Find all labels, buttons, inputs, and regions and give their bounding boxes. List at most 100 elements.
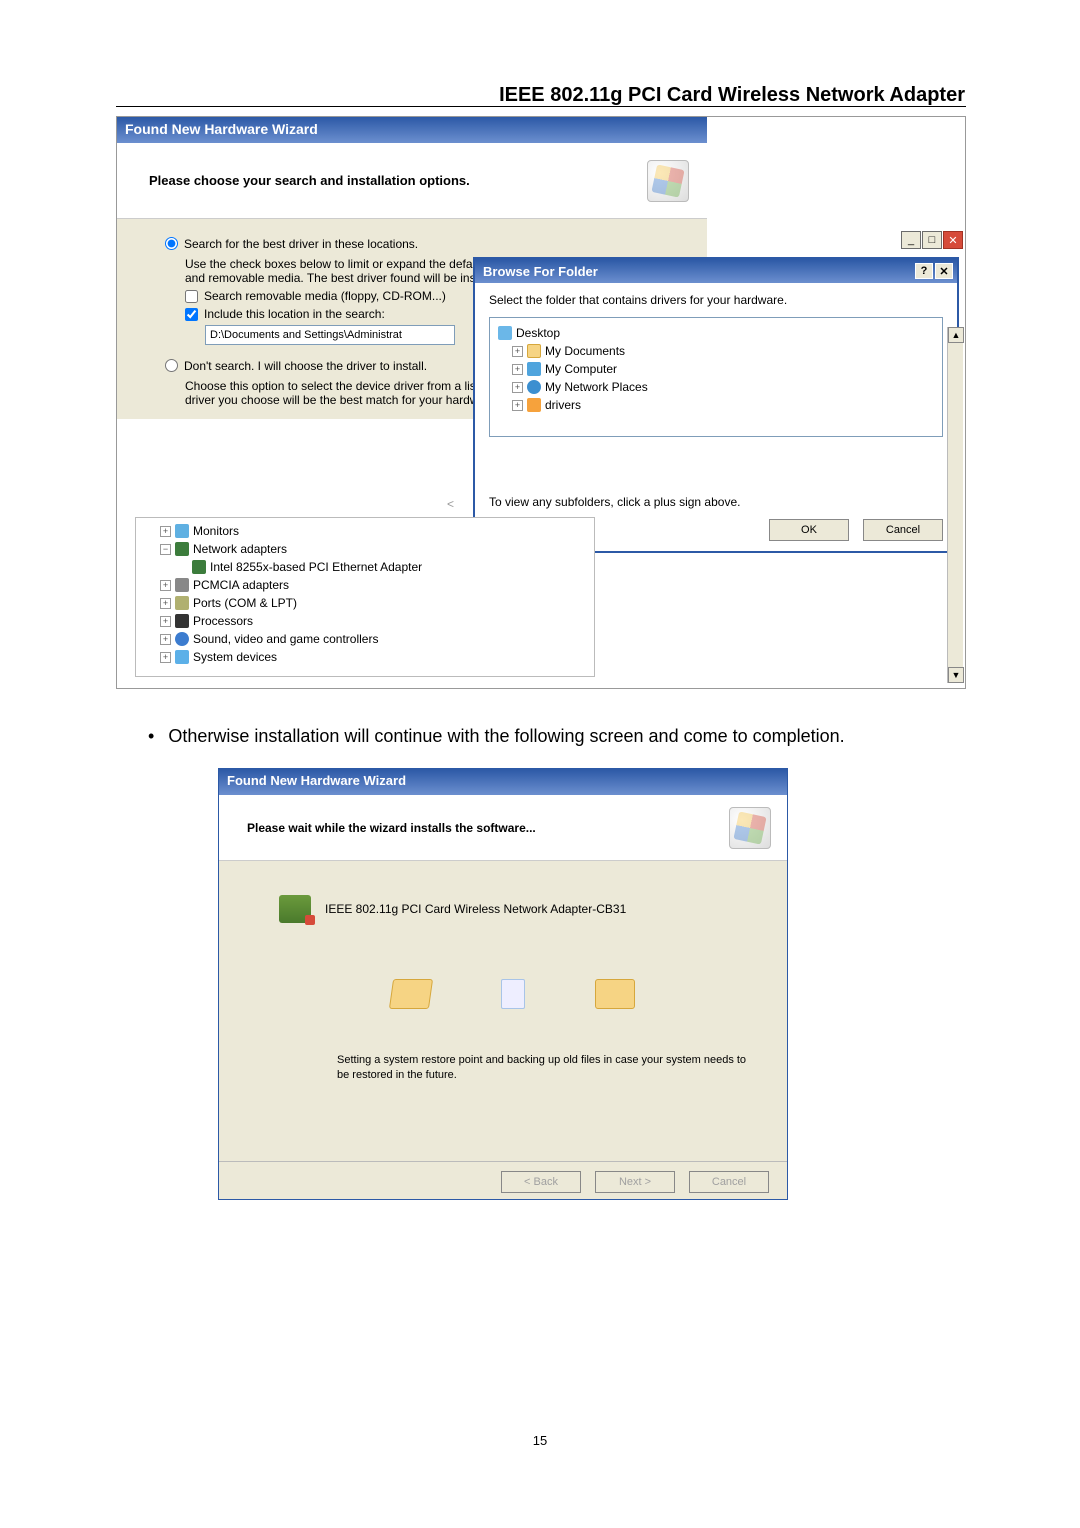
cancel-button[interactable]: Cancel xyxy=(863,519,943,541)
expand-icon[interactable]: + xyxy=(160,652,171,663)
browse-instruction: Select the folder that contains drivers … xyxy=(489,293,943,307)
ok-button[interactable]: OK xyxy=(769,519,849,541)
radio-search-best[interactable]: Search for the best driver in these loca… xyxy=(165,237,689,251)
tree-pcmcia[interactable]: +PCMCIA adapters xyxy=(144,576,586,594)
folder-tree[interactable]: Desktop + My Documents + My Computer + My N… xyxy=(489,317,943,437)
install-progress-wizard: Found New Hardware Wizard Please wait wh… xyxy=(218,768,788,1200)
expand-icon[interactable]: + xyxy=(160,616,171,627)
tree-desktop[interactable]: Desktop xyxy=(498,324,934,342)
screenshot-composite-1: Found New Hardware Wizard Please choose … xyxy=(116,116,966,689)
intel-nic-label: Intel 8255x-based PCI Ethernet Adapter xyxy=(210,560,422,574)
expand-icon[interactable]: + xyxy=(512,400,523,411)
file-copy-icon xyxy=(501,979,525,1009)
page-number: 15 xyxy=(0,1433,1080,1448)
truncation-chevron-icon: < xyxy=(447,497,454,511)
wizard2-titlebar: Found New Hardware Wizard xyxy=(219,769,787,795)
wizard2-header: Please wait while the wizard installs th… xyxy=(219,795,787,861)
tree-network-places[interactable]: + My Network Places xyxy=(498,378,934,396)
tree-netplaces-label: My Network Places xyxy=(545,380,648,394)
expand-icon[interactable]: + xyxy=(160,526,171,537)
cancel-button: Cancel xyxy=(689,1171,769,1193)
back-button: < Back xyxy=(501,1171,581,1193)
expand-icon[interactable]: + xyxy=(512,382,523,393)
network-icon xyxy=(527,380,541,394)
wizard2-body: IEEE 802.11g PCI Card Wireless Network A… xyxy=(219,861,787,1161)
tree-sound[interactable]: + Sound, video and game controllers xyxy=(144,630,586,648)
close-button[interactable]: ✕ xyxy=(943,231,963,249)
browse-body: Select the folder that contains drivers … xyxy=(475,283,957,551)
checkbox-removable-input[interactable] xyxy=(185,290,198,303)
tree-system-devices[interactable]: + System devices xyxy=(144,648,586,666)
tree-mycomp-label: My Computer xyxy=(545,362,617,376)
path-input[interactable] xyxy=(205,325,455,345)
expand-icon[interactable]: + xyxy=(160,634,171,645)
header-rule xyxy=(116,106,966,107)
ports-label: Ports (COM & LPT) xyxy=(193,596,297,610)
tree-mydocs-label: My Documents xyxy=(545,344,625,358)
tree-network-adapters[interactable]: − Network adapters xyxy=(144,540,586,558)
wizard-header: Please choose your search and installati… xyxy=(117,143,707,219)
page-header: IEEE 802.11g PCI Card Wireless Network A… xyxy=(499,84,965,107)
browse-titlebar: Browse For Folder ? ✕ xyxy=(475,259,957,283)
progress-icons xyxy=(279,979,747,1009)
wizard-titlebar: Found New Hardware Wizard xyxy=(117,117,707,143)
ports-icon xyxy=(175,596,189,610)
pcmcia-icon xyxy=(175,578,189,592)
checkbox-include-input[interactable] xyxy=(185,308,198,321)
tree-mydocuments[interactable]: + My Documents xyxy=(498,342,934,360)
bullet-text: Otherwise installation will continue wit… xyxy=(168,726,844,747)
checkbox-removable-label: Search removable media (floppy, CD-ROM..… xyxy=(204,289,446,303)
tree-desktop-label: Desktop xyxy=(516,326,560,340)
tree-drivers-label: drivers xyxy=(545,398,581,412)
tree-processors[interactable]: + Processors xyxy=(144,612,586,630)
network-adapters-label: Network adapters xyxy=(193,542,287,556)
browse-close-button[interactable]: ✕ xyxy=(935,263,953,279)
folder-icon xyxy=(527,344,541,358)
sound-icon xyxy=(175,632,189,646)
radio-search-best-input[interactable] xyxy=(165,237,178,250)
expand-icon[interactable]: + xyxy=(160,598,171,609)
device-manager-tree[interactable]: +Monitors − Network adapters Intel 8255x-… xyxy=(135,517,595,677)
sound-label: Sound, video and game controllers xyxy=(193,632,378,646)
checkbox-include-label: Include this location in the search: xyxy=(204,307,385,321)
wizard-heading: Please choose your search and installati… xyxy=(149,173,470,188)
browse-for-folder-dialog: Browse For Folder ? ✕ Select the folder … xyxy=(473,257,959,553)
install-status: Setting a system restore point and backi… xyxy=(337,1053,747,1083)
tree-drivers[interactable]: + drivers xyxy=(498,396,934,414)
folder-dest-icon xyxy=(595,979,635,1009)
minimize-button[interactable]: _ xyxy=(901,231,921,249)
browse-hint: To view any subfolders, click a plus sig… xyxy=(489,495,943,509)
collapse-icon[interactable]: − xyxy=(160,544,171,555)
folder-source-icon xyxy=(389,979,433,1009)
system-label: System devices xyxy=(193,650,277,664)
scroll-down-button[interactable]: ▼ xyxy=(948,667,964,683)
radio-search-best-label: Search for the best driver in these loca… xyxy=(184,237,418,251)
tree-intel-nic[interactable]: Intel 8255x-based PCI Ethernet Adapter xyxy=(144,558,586,576)
scroll-up-button[interactable]: ▲ xyxy=(948,327,964,343)
bullet-paragraph: • Otherwise installation will continue w… xyxy=(148,726,958,747)
system-icon xyxy=(175,650,189,664)
tree-mycomputer[interactable]: + My Computer xyxy=(498,360,934,378)
processors-label: Processors xyxy=(193,614,253,628)
radio-dont-search-input[interactable] xyxy=(165,359,178,372)
radio-dont-search-label: Don't search. I will choose the driver t… xyxy=(184,359,427,373)
device-row: IEEE 802.11g PCI Card Wireless Network A… xyxy=(279,895,747,923)
network-card-icon xyxy=(279,895,311,923)
maximize-button[interactable]: □ xyxy=(922,231,942,249)
tree-monitors[interactable]: +Monitors xyxy=(144,522,586,540)
scrollbar[interactable]: ▲ ▼ xyxy=(947,327,963,683)
expand-icon[interactable]: + xyxy=(512,364,523,375)
background-window-captions: _ □ ✕ xyxy=(901,231,963,249)
network-adapter-icon xyxy=(175,542,189,556)
expand-icon[interactable]: + xyxy=(160,580,171,591)
folder-open-icon xyxy=(527,398,541,412)
device-name: IEEE 802.11g PCI Card Wireless Network A… xyxy=(325,902,626,916)
next-button: Next > xyxy=(595,1171,675,1193)
help-button[interactable]: ? xyxy=(915,263,933,279)
hardware-logo-icon xyxy=(729,807,771,849)
expand-icon[interactable]: + xyxy=(512,346,523,357)
nic-icon xyxy=(192,560,206,574)
tree-ports[interactable]: + Ports (COM & LPT) xyxy=(144,594,586,612)
monitor-icon xyxy=(175,524,189,538)
processor-icon xyxy=(175,614,189,628)
